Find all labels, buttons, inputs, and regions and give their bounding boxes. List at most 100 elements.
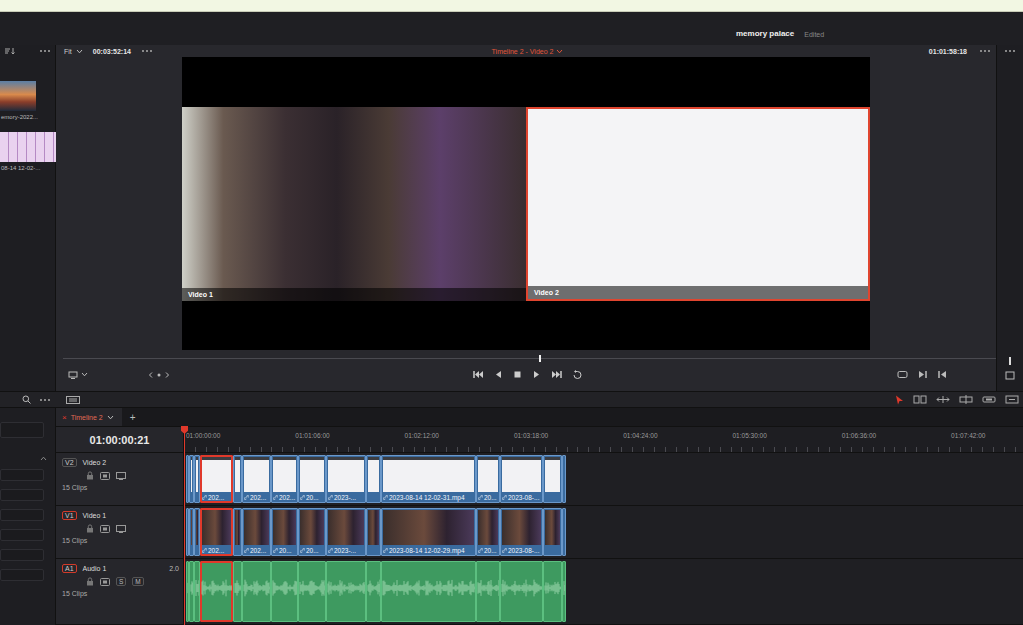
clip[interactable]: 20... (298, 455, 326, 503)
auto-select-icon[interactable] (100, 578, 110, 586)
clip[interactable]: 2023-... (326, 508, 366, 556)
clip[interactable] (562, 561, 566, 622)
chevron-down-icon[interactable] (81, 372, 88, 377)
clip[interactable] (366, 561, 381, 622)
clip[interactable]: 20... (298, 508, 326, 556)
next-edit-icon[interactable] (917, 370, 928, 379)
clip[interactable] (543, 508, 562, 556)
lock-icon[interactable] (86, 577, 94, 586)
clip[interactable] (242, 561, 271, 622)
clip[interactable]: 2023-08-... (500, 455, 543, 503)
track-target-button[interactable]: V2 (62, 458, 77, 467)
scrub-track[interactable] (63, 358, 996, 359)
track-visibility-icon[interactable] (116, 472, 126, 480)
side-field[interactable] (0, 569, 44, 581)
clip[interactable] (233, 561, 242, 622)
more-icon[interactable] (39, 398, 51, 402)
clip[interactable]: 202... (200, 508, 233, 556)
clip[interactable] (200, 561, 233, 622)
loop-icon[interactable] (572, 370, 583, 379)
side-field[interactable] (0, 469, 44, 481)
clip[interactable] (366, 455, 381, 503)
side-field[interactable] (0, 529, 44, 541)
blade-tool-icon[interactable] (959, 395, 973, 404)
insert-clip-icon[interactable] (982, 395, 996, 404)
play-icon[interactable] (532, 370, 541, 379)
add-tab-button[interactable]: + (130, 412, 136, 423)
clip[interactable] (562, 508, 566, 556)
media-item[interactable]: 08-14 12-02-... (0, 132, 55, 171)
clip[interactable]: 202... (200, 455, 233, 503)
chevron-down-icon[interactable] (556, 49, 563, 54)
track-target-button[interactable]: V1 (62, 511, 77, 520)
more-icon[interactable] (141, 49, 153, 53)
timeline-ruler[interactable]: 01:00:00:0001:01:06:0001:02:12:0001:03:1… (184, 427, 1023, 452)
fullscreen-icon[interactable] (1005, 371, 1015, 380)
clip[interactable]: 202... (242, 508, 271, 556)
dynamic-trim-icon[interactable] (936, 395, 950, 404)
match-frame-icon[interactable] (897, 370, 908, 379)
clip[interactable]: 202... (271, 455, 298, 503)
clip[interactable] (381, 561, 476, 622)
clip[interactable]: 2023-08-... (500, 508, 543, 556)
track-button[interactable]: S (116, 577, 126, 586)
zoom-dropdown[interactable]: Fit (64, 48, 72, 55)
previous-edit-icon[interactable] (937, 370, 948, 379)
selection-tool-icon[interactable] (895, 395, 904, 405)
overwrite-clip-icon[interactable] (1005, 395, 1019, 404)
timeline-tab[interactable]: × Timeline 2 (56, 408, 122, 426)
clip[interactable] (543, 561, 562, 622)
trim-tool-icon[interactable] (913, 395, 927, 404)
tab-close-button[interactable]: × (62, 413, 67, 422)
clip[interactable] (298, 561, 326, 622)
search-icon[interactable] (22, 395, 31, 404)
monitor-icon[interactable] (68, 371, 78, 379)
more-icon[interactable] (39, 49, 51, 53)
more-icon[interactable] (1004, 49, 1016, 53)
clip[interactable]: 2023-08-14 12-02-29.mp4 (381, 508, 476, 556)
track-visibility-icon[interactable] (116, 525, 126, 533)
multicam-angle[interactable]: Video 2 (526, 107, 870, 301)
viewer-title[interactable]: Timeline 2 - Video 2 (492, 48, 564, 55)
clip[interactable] (326, 561, 366, 622)
side-field[interactable] (0, 549, 44, 561)
clip[interactable] (500, 561, 543, 622)
skip-start-icon[interactable] (473, 370, 484, 379)
side-field[interactable] (0, 489, 44, 501)
scrub-marker[interactable] (539, 355, 541, 362)
lock-icon[interactable] (86, 524, 94, 533)
skip-end-icon[interactable] (551, 370, 562, 379)
clip[interactable]: 2023-... (326, 455, 366, 503)
side-field[interactable] (0, 509, 44, 521)
side-field[interactable] (0, 422, 44, 438)
clip[interactable]: 20... (271, 508, 298, 556)
track-target-button[interactable]: A1 (62, 564, 77, 573)
clip[interactable] (543, 455, 562, 503)
track-button[interactable]: M (132, 577, 143, 586)
track-name[interactable]: Video 2 (83, 459, 107, 466)
marker-icon[interactable] (1008, 357, 1012, 365)
scrub-bar[interactable] (56, 350, 996, 366)
sort-icon[interactable] (4, 47, 16, 55)
auto-select-icon[interactable] (100, 525, 110, 533)
clip[interactable] (233, 455, 242, 503)
clip[interactable] (233, 508, 242, 556)
clip[interactable] (271, 561, 298, 622)
multicam-angle[interactable]: Video 1 (182, 107, 526, 301)
lock-icon[interactable] (86, 471, 94, 480)
clip[interactable]: 2023-08-14 12-02-31.mp4 (381, 455, 476, 503)
track-name[interactable]: Video 1 (83, 512, 107, 519)
clip[interactable] (476, 561, 500, 622)
playhead[interactable] (184, 426, 185, 625)
more-icon[interactable] (979, 49, 991, 53)
media-item[interactable]: emory-2022... (0, 81, 55, 120)
clip[interactable]: 20... (476, 455, 500, 503)
chevron-down-icon[interactable] (107, 415, 114, 420)
track-name[interactable]: Audio 1 (83, 565, 107, 572)
collapse-icon[interactable] (40, 456, 47, 461)
timeline-view-icon[interactable] (66, 396, 80, 404)
clip[interactable]: 20... (476, 508, 500, 556)
chevron-down-icon[interactable] (76, 49, 83, 54)
clip[interactable]: 202... (242, 455, 271, 503)
stop-icon[interactable] (513, 370, 522, 379)
